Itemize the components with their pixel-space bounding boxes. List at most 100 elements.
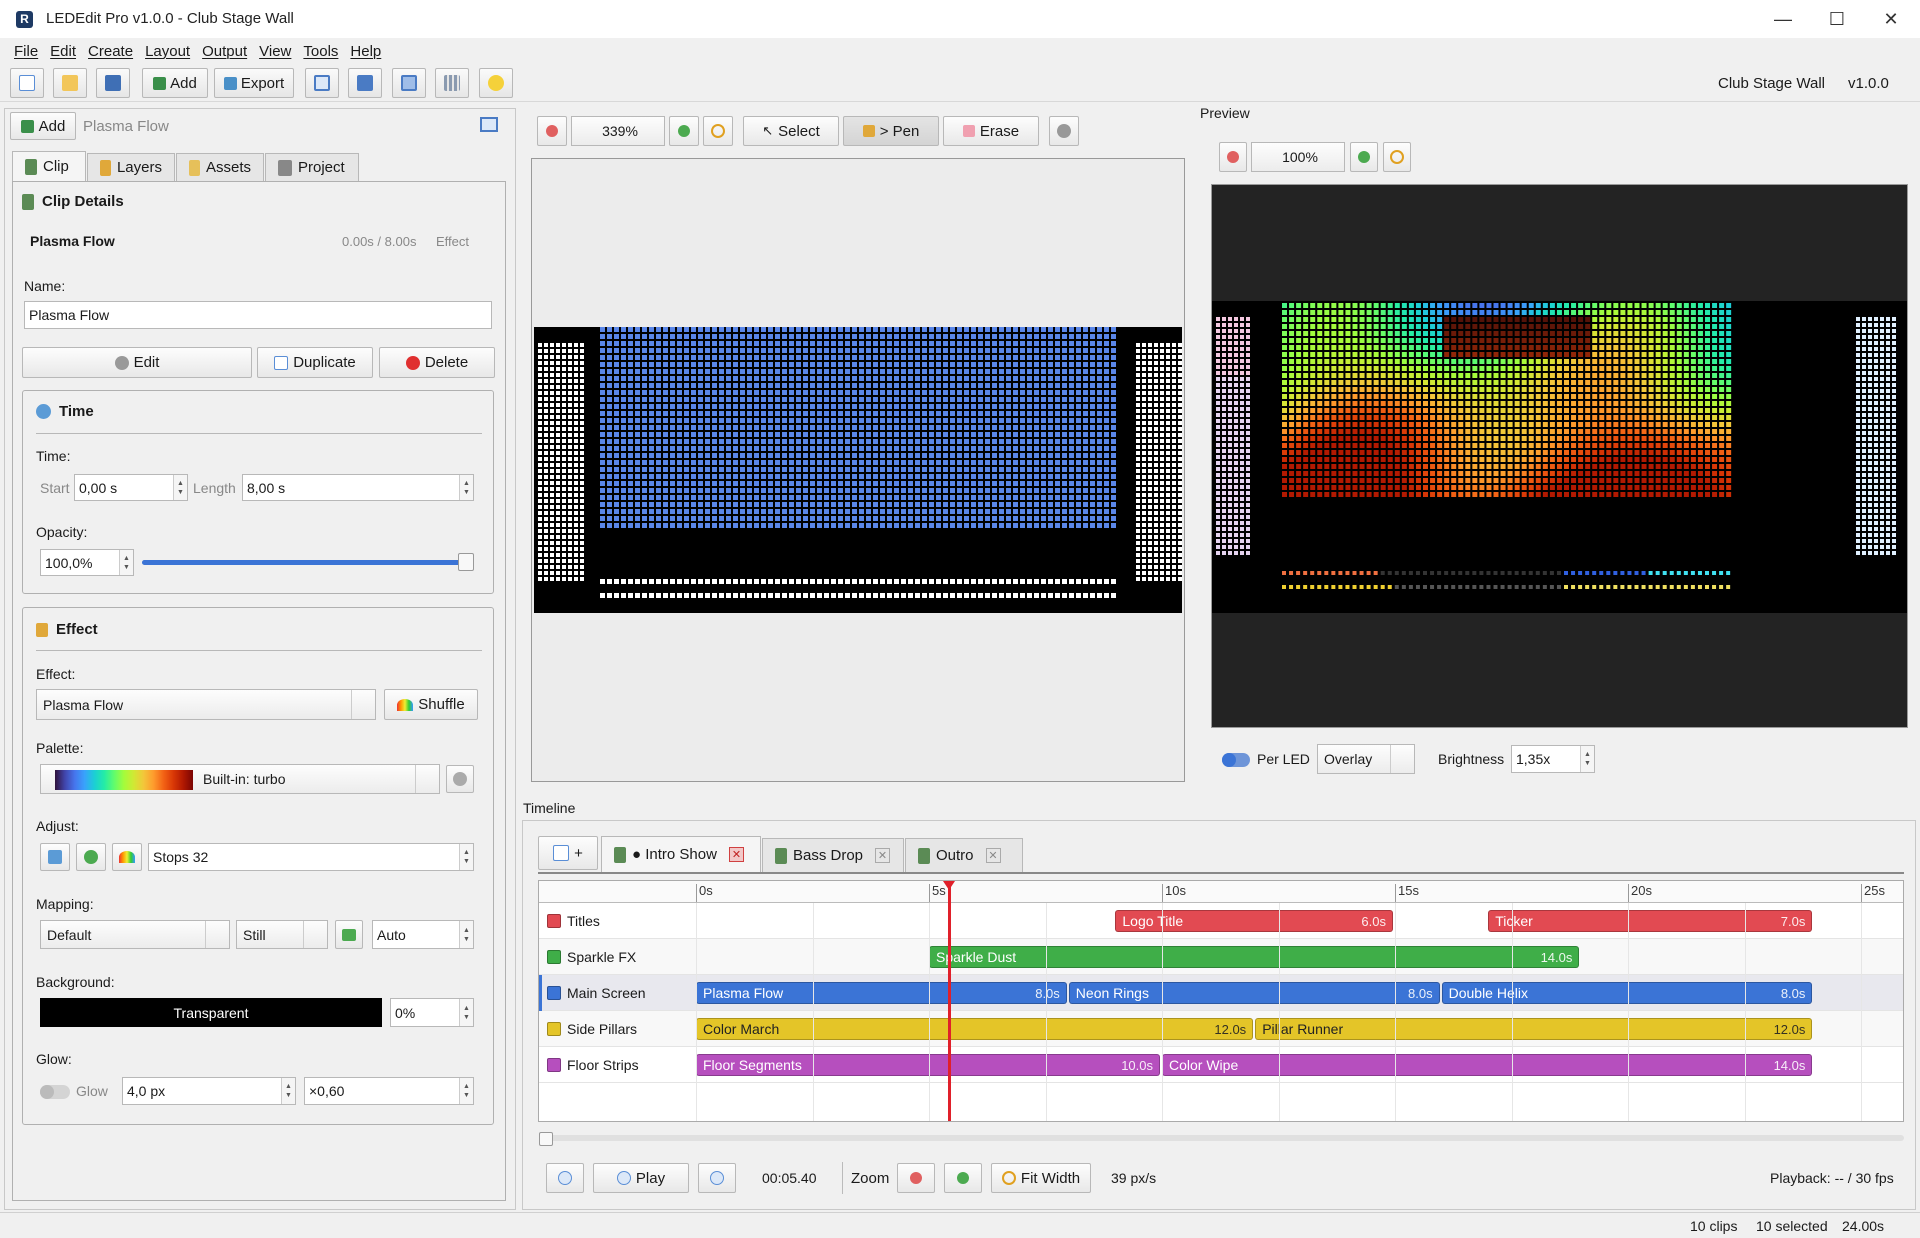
start-field[interactable]: 0,00 s ▲ ▼ xyxy=(74,474,188,501)
overlay-dropdown[interactable]: Overlay xyxy=(1317,744,1415,774)
randomize-button[interactable] xyxy=(40,843,70,871)
minimize-button[interactable]: — xyxy=(1756,0,1810,38)
layout-1-button[interactable] xyxy=(305,68,339,98)
layout-3-button[interactable] xyxy=(392,68,426,98)
track-row[interactable]: Titles Logo Title 6.0s Ticker 7.0s xyxy=(539,903,1903,939)
save-button[interactable] xyxy=(96,68,130,98)
tips-button[interactable] xyxy=(479,68,513,98)
auto-field[interactable]: Auto ▲ ▼ xyxy=(372,920,474,949)
timeline-tracks[interactable]: 0s 5s 10s 15s 20s 25s Titles Logo Title 6.0s Tic… xyxy=(538,880,1904,1122)
opacity-stepper[interactable]: ▲ ▼ xyxy=(119,550,133,575)
mode-dropdown[interactable]: Still xyxy=(236,920,328,949)
start-stepper[interactable]: ▲ ▼ xyxy=(173,475,187,500)
opacity-field[interactable]: 100,0% ▲ ▼ xyxy=(40,549,134,576)
open-button[interactable] xyxy=(53,68,87,98)
timeline-clip[interactable]: Logo Title 6.0s xyxy=(1115,910,1393,932)
add-button[interactable]: Add xyxy=(142,68,208,98)
zoom-out-button[interactable] xyxy=(537,116,567,146)
close-tab-icon[interactable]: ✕ xyxy=(728,847,744,862)
zoom-in-button[interactable] xyxy=(669,116,699,146)
track-color-swatch[interactable] xyxy=(547,914,561,928)
length-field[interactable]: 8,00 s ▲ ▼ xyxy=(242,474,474,501)
tab-layers[interactable]: Layers xyxy=(87,153,175,181)
track-row[interactable]: Main Screen Plasma Flow 8.0s Neon Rings 8.0s… xyxy=(539,975,1903,1011)
timeline-scroll-handle[interactable] xyxy=(539,1132,553,1146)
menu-output[interactable]: Output xyxy=(202,43,247,60)
background-color-swatch[interactable]: Transparent xyxy=(40,998,382,1027)
shuffle-button[interactable]: Shuffle xyxy=(384,689,478,720)
timeline-clip[interactable]: Double Helix 8.0s xyxy=(1441,982,1813,1004)
menu-create[interactable]: Create xyxy=(88,43,133,60)
track-color-swatch[interactable] xyxy=(547,950,561,964)
timeline-clip[interactable]: Pillar Runner 12.0s xyxy=(1255,1018,1813,1040)
editor-zoom-field[interactable]: 339% xyxy=(571,116,665,146)
background-opacity-field[interactable]: 0% ▲ ▼ xyxy=(390,998,474,1027)
name-field[interactable]: Plasma Flow xyxy=(24,301,492,329)
timeline-clip[interactable]: Color March 12.0s xyxy=(696,1018,1254,1040)
menu-layout[interactable]: Layout xyxy=(145,43,190,60)
pen-tool-button[interactable]: > Pen xyxy=(843,116,939,146)
export-button[interactable]: Export xyxy=(214,68,294,98)
menu-file[interactable]: File xyxy=(14,43,38,60)
zoom-fit-button[interactable] xyxy=(703,116,733,146)
close-tab-icon[interactable]: ✕ xyxy=(875,848,891,863)
opacity-slider-track[interactable] xyxy=(142,560,474,565)
play-button[interactable]: Play xyxy=(593,1163,689,1193)
timeline-clip[interactable]: Neon Rings 8.0s xyxy=(1068,982,1440,1004)
timeline-zoom-out-button[interactable] xyxy=(897,1163,935,1193)
per-led-toggle[interactable] xyxy=(1222,753,1250,767)
tab-outro[interactable]: Outro ✕ xyxy=(905,838,1023,872)
menu-view[interactable]: View xyxy=(259,43,291,60)
timeline-scrollbar[interactable] xyxy=(540,1135,1904,1141)
new-file-button[interactable] xyxy=(10,68,44,98)
led-layout-editor[interactable] xyxy=(532,159,1184,781)
menu-tools[interactable]: Tools xyxy=(303,43,338,60)
tab-intro-show[interactable]: ● Intro Show ✕ xyxy=(601,836,761,872)
select-tool-button[interactable]: ↖ Select xyxy=(743,116,839,146)
track-color-swatch[interactable] xyxy=(547,986,561,1000)
playhead[interactable] xyxy=(947,881,951,1121)
erase-tool-button[interactable]: Erase xyxy=(943,116,1039,146)
brightness-stepper[interactable]: ▲ ▼ xyxy=(1580,746,1594,772)
menu-help[interactable]: Help xyxy=(350,43,381,60)
palette-dropdown[interactable]: Built-in: turbo xyxy=(40,764,440,794)
track-color-swatch[interactable] xyxy=(547,1022,561,1036)
layout-4-button[interactable] xyxy=(435,68,469,98)
tab-assets[interactable]: Assets xyxy=(176,153,264,181)
fit-width-button[interactable]: Fit Width xyxy=(991,1163,1091,1193)
track-color-swatch[interactable] xyxy=(547,1058,561,1072)
layout-2-button[interactable] xyxy=(348,68,382,98)
glow-intensity-stepper[interactable]: ▲ ▼ xyxy=(459,1078,473,1104)
palette-settings-button[interactable] xyxy=(446,765,474,793)
panel-toggle-icon[interactable] xyxy=(480,117,498,132)
track-row[interactable]: Side Pillars Color March 12.0s Pillar Runne… xyxy=(539,1011,1903,1047)
duplicate-button[interactable]: Duplicate xyxy=(257,347,373,378)
stops-field[interactable]: Stops 32 ▲ ▼ xyxy=(148,843,474,871)
editor-canvas[interactable] xyxy=(531,158,1185,782)
preview-zoom-out-button[interactable] xyxy=(1219,142,1247,172)
timeline-clip[interactable]: Sparkle Dust 14.0s xyxy=(929,946,1580,968)
stops-stepper[interactable]: ▲ ▼ xyxy=(459,844,473,870)
timeline-clip[interactable]: Color Wipe 14.0s xyxy=(1162,1054,1813,1076)
editor-settings-button[interactable] xyxy=(1049,116,1079,146)
background-opacity-stepper[interactable]: ▲ ▼ xyxy=(459,999,473,1026)
timeline-zoom-in-button[interactable] xyxy=(944,1163,982,1193)
effect-dropdown[interactable]: Plasma Flow xyxy=(36,689,376,720)
playhead-handle[interactable] xyxy=(942,881,955,890)
track-row[interactable]: Sparkle FX Sparkle Dust 14.0s xyxy=(539,939,1903,975)
glow-intensity-field[interactable]: ×0,60 ▲ ▼ xyxy=(304,1077,474,1105)
glow-size-field[interactable]: 4,0 px ▲ ▼ xyxy=(122,1077,296,1105)
glow-size-stepper[interactable]: ▲ ▼ xyxy=(281,1078,295,1104)
timeline-clip[interactable]: Plasma Flow 8.0s xyxy=(696,982,1067,1004)
panel-add-button[interactable]: Add xyxy=(10,112,76,140)
close-button[interactable]: ✕ xyxy=(1864,0,1918,38)
rainbow-button[interactable] xyxy=(112,843,142,871)
glow-toggle[interactable] xyxy=(40,1085,70,1099)
length-stepper[interactable]: ▲ ▼ xyxy=(459,475,473,500)
edit-button[interactable]: Edit xyxy=(22,347,252,378)
tab-bass-drop[interactable]: Bass Drop ✕ xyxy=(762,838,904,872)
preview-fit-button[interactable] xyxy=(1383,142,1411,172)
track-row[interactable]: Floor Strips Floor Segments 10.0s Color Wip… xyxy=(539,1047,1903,1083)
auto-stepper[interactable]: ▲ ▼ xyxy=(459,921,473,948)
swap-button[interactable] xyxy=(335,920,363,949)
